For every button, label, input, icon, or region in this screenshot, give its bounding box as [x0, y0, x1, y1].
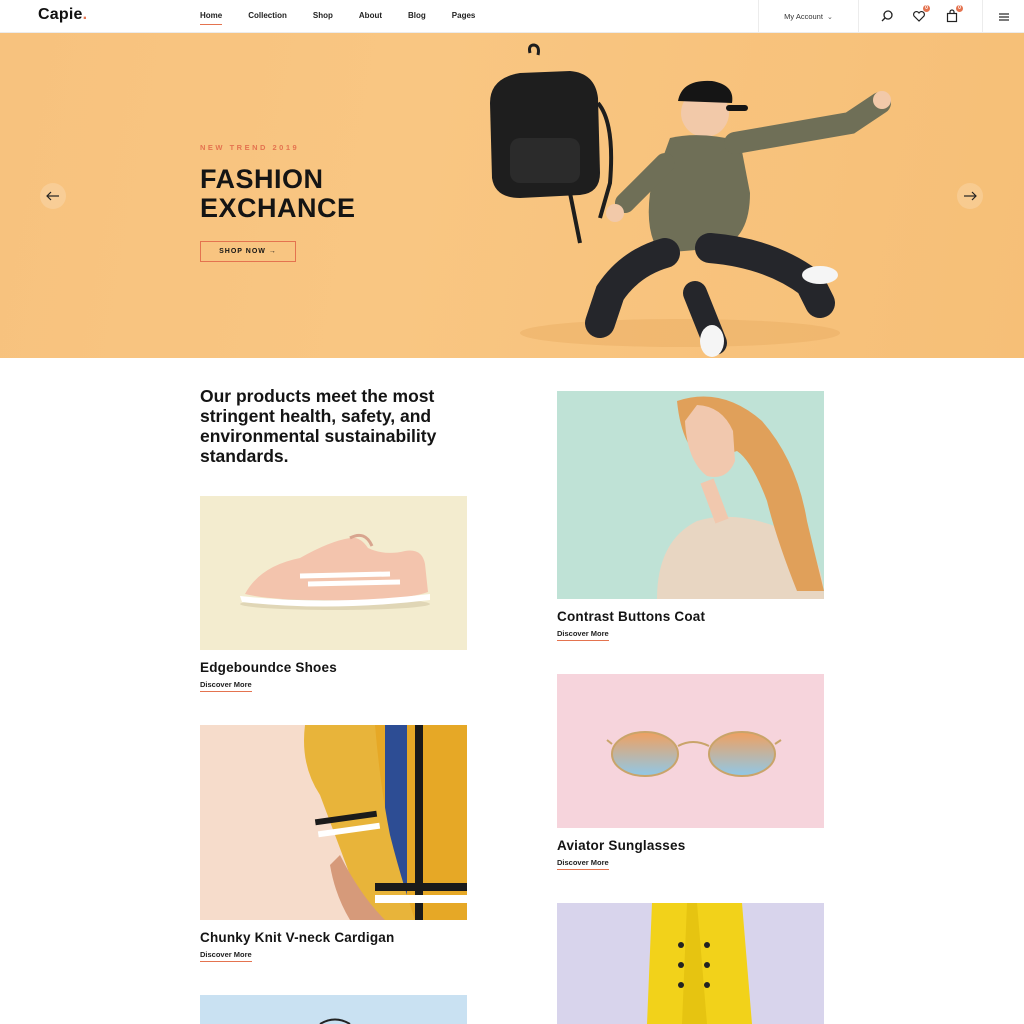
- menu-toggle[interactable]: [982, 0, 1024, 33]
- hero-title-line-1: FASHION: [200, 164, 324, 194]
- product-image-shoes[interactable]: [200, 496, 467, 650]
- brand-dot: .: [82, 6, 88, 23]
- prev-slide-button[interactable]: [40, 183, 66, 209]
- hero-title-line-2: EXCHANCE: [200, 193, 356, 223]
- nav-item-shop[interactable]: Shop: [313, 11, 333, 23]
- product-title-shoes[interactable]: Edgeboundce Shoes: [200, 660, 337, 675]
- product-image-jacket[interactable]: [557, 903, 824, 1024]
- intro-text: Our products meet the most stringent hea…: [200, 386, 437, 466]
- arrow-right-icon: [964, 191, 977, 201]
- nav-item-about[interactable]: About: [359, 11, 382, 23]
- main-nav: Home Collection Shop About Blog Pages: [200, 11, 501, 25]
- account-dropdown[interactable]: My Account ⌄: [758, 0, 859, 33]
- site-header: Capie. Home Collection Shop About Blog P…: [0, 0, 1024, 33]
- discover-more-link-coat[interactable]: Discover More: [557, 629, 609, 641]
- hamburger-icon: [998, 12, 1009, 21]
- wishlist-icon[interactable]: 0: [912, 5, 930, 23]
- nav-item-collection[interactable]: Collection: [248, 11, 287, 23]
- nav-item-blog[interactable]: Blog: [408, 11, 426, 23]
- brand-name: Capie: [38, 6, 83, 23]
- account-label: My Account: [784, 12, 823, 21]
- chevron-down-icon: ⌄: [826, 13, 833, 21]
- product-title-coat[interactable]: Contrast Buttons Coat: [557, 609, 705, 624]
- hero-kicker: NEW TREND 2019: [200, 143, 300, 152]
- product-image-sunglasses[interactable]: [557, 674, 824, 828]
- nav-item-home[interactable]: Home: [200, 11, 223, 25]
- cart-icon[interactable]: 0: [945, 5, 963, 23]
- product-title-sunglasses[interactable]: Aviator Sunglasses: [557, 838, 685, 853]
- hero-model-image: [490, 43, 891, 357]
- next-slide-button[interactable]: [957, 183, 983, 209]
- discover-more-link-shoes[interactable]: Discover More: [200, 680, 252, 692]
- cart-count-badge: 0: [956, 5, 963, 12]
- product-title-cardigan[interactable]: Chunky Knit V-neck Cardigan: [200, 930, 394, 945]
- wishlist-count-badge: 0: [923, 5, 930, 12]
- hero-slider: NEW TREND 2019 FASHION EXCHANCE SHOP NOW…: [0, 33, 1024, 358]
- product-image-coat[interactable]: [557, 391, 824, 599]
- discover-more-link-sunglasses[interactable]: Discover More: [557, 858, 609, 870]
- arrow-left-icon: [46, 191, 59, 201]
- nav-item-pages[interactable]: Pages: [452, 11, 476, 23]
- product-image-cardigan[interactable]: [200, 725, 467, 920]
- product-image-partial[interactable]: [200, 995, 467, 1024]
- hero-title: FASHION EXCHANCE: [200, 165, 440, 223]
- discover-more-link-cardigan[interactable]: Discover More: [200, 950, 252, 962]
- brand-logo[interactable]: Capie.: [38, 6, 87, 24]
- search-icon[interactable]: [880, 9, 894, 23]
- shop-now-button[interactable]: SHOP NOW →: [200, 241, 296, 262]
